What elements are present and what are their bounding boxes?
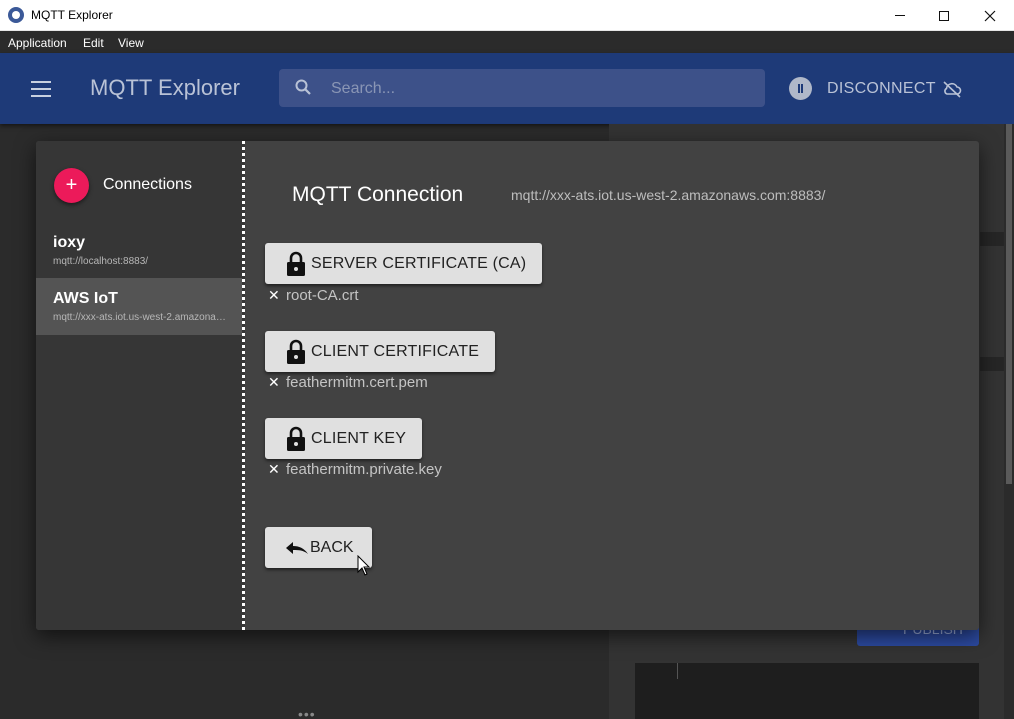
server-certificate-file: ✕ root-CA.crt [268, 287, 359, 304]
lock-icon [287, 251, 305, 276]
disconnect-button[interactable]: DISCONNECT [827, 80, 936, 98]
connection-url: mqtt://xxx-ats.iot.us-west-2.amazonaws.c… [53, 312, 233, 323]
minimize-icon [895, 15, 905, 16]
app-header: MQTT Explorer DISCONNECT [0, 53, 1014, 124]
background-editor [635, 663, 979, 719]
connection-url: mqtt://localhost:8883/ [53, 256, 149, 267]
search-input[interactable] [331, 78, 731, 100]
client-certificate-file: ✕ feathermitm.cert.pem [268, 374, 428, 391]
connections-heading: Connections [103, 176, 192, 193]
title-bar: MQTT Explorer [0, 0, 1014, 31]
dialog-title: MQTT Connection [292, 183, 464, 206]
cloud-off-icon [943, 81, 962, 98]
client-key-button[interactable]: CLIENT KEY [265, 418, 423, 459]
undo-icon [286, 541, 308, 554]
connection-item-aws-iot[interactable]: AWS IoT mqtt://xxx-ats.iot.us-west-2.ama… [36, 278, 242, 335]
remove-file-icon[interactable]: ✕ [268, 287, 285, 304]
file-name: root-CA.crt [286, 287, 359, 304]
file-name: feathermitm.private.key [286, 461, 442, 478]
maximize-icon [939, 10, 949, 21]
pause-icon[interactable] [789, 77, 812, 100]
connections-sidebar: + Connections ioxy mqtt://localhost:8883… [36, 141, 245, 630]
background-divider [980, 357, 1004, 371]
app-title: MQTT Explorer [90, 75, 240, 100]
mouse-cursor-icon [357, 555, 371, 576]
resize-handle[interactable]: ••• [298, 706, 316, 719]
connection-dialog: + Connections ioxy mqtt://localhost:8883… [36, 141, 979, 630]
connection-name: ioxy [53, 234, 86, 251]
search-box [279, 69, 765, 107]
back-button[interactable]: BACK [265, 527, 372, 568]
menu-edit[interactable]: Edit [83, 36, 104, 50]
close-window-button[interactable] [967, 0, 1013, 31]
scrollbar-thumb[interactable] [1006, 124, 1012, 484]
file-name: feathermitm.cert.pem [286, 374, 428, 391]
search-icon [295, 79, 311, 95]
window-title: MQTT Explorer [31, 8, 113, 22]
lock-icon [287, 426, 305, 451]
lock-icon [287, 339, 305, 364]
client-key-label: CLIENT KEY [311, 429, 407, 447]
connection-name: AWS IoT [53, 290, 118, 307]
app-logo-icon [8, 7, 24, 23]
client-key-file: ✕ feathermitm.private.key [268, 461, 442, 478]
remove-file-icon[interactable]: ✕ [268, 461, 285, 478]
back-label: BACK [310, 538, 354, 556]
client-certificate-label: CLIENT CERTIFICATE [311, 342, 480, 360]
menu-application[interactable]: Application [8, 36, 67, 50]
close-icon [984, 10, 996, 21]
server-certificate-label: SERVER CERTIFICATE (CA) [311, 254, 527, 272]
hamburger-menu-icon[interactable] [31, 81, 51, 97]
maximize-button[interactable] [921, 0, 967, 31]
connection-item-ioxy[interactable]: ioxy mqtt://localhost:8883/ [36, 222, 242, 279]
add-connection-button[interactable]: + [54, 168, 89, 203]
editor-gutter [677, 663, 678, 679]
menu-bar: Application Edit View [0, 31, 1014, 53]
connection-url-display: mqtt://xxx-ats.iot.us-west-2.amazonaws.c… [511, 187, 826, 203]
server-certificate-button[interactable]: SERVER CERTIFICATE (CA) [265, 243, 543, 284]
remove-file-icon[interactable]: ✕ [268, 374, 285, 391]
client-certificate-button[interactable]: CLIENT CERTIFICATE [265, 331, 496, 372]
minimize-button[interactable] [877, 0, 923, 31]
mqtt-explorer-window: MQTT Explorer Application Edit View MQTT… [0, 0, 1014, 719]
menu-view[interactable]: View [118, 36, 144, 50]
background-divider [980, 232, 1004, 246]
